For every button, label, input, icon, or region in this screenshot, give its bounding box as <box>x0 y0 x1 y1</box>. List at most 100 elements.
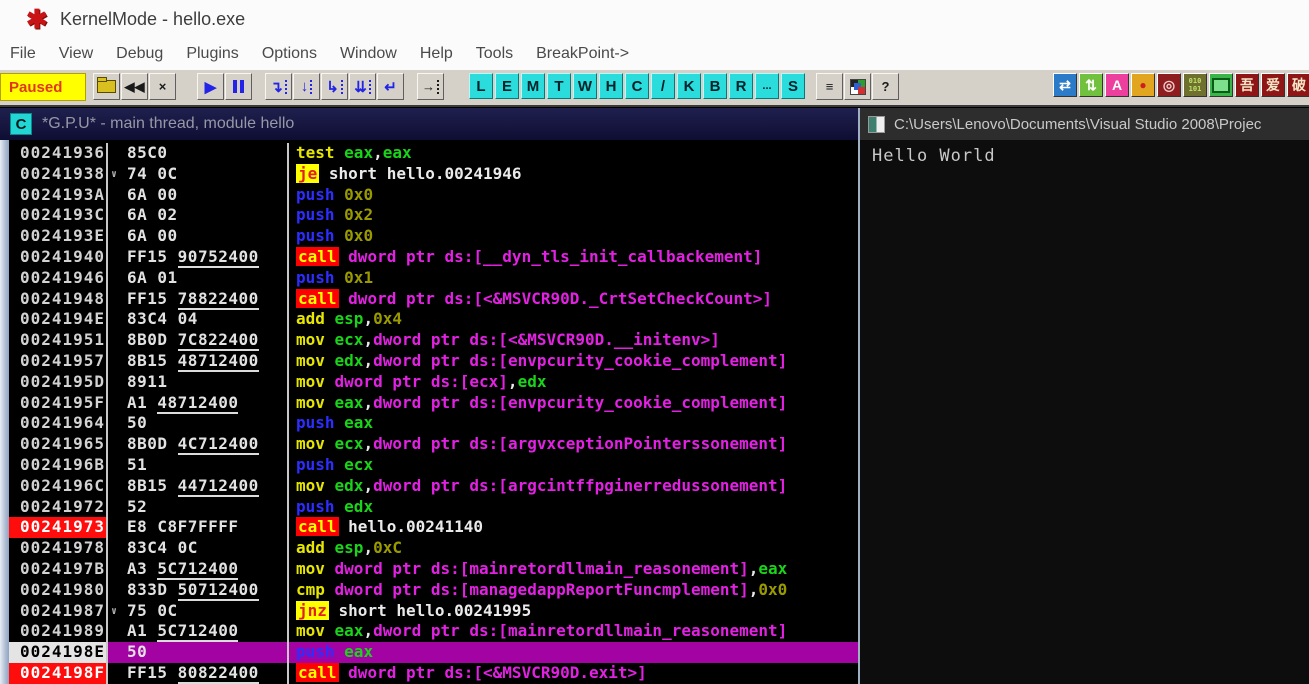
disasm-row[interactable]: 0024197252push edx <box>9 497 858 518</box>
address-cell[interactable]: 0024195F <box>9 393 108 414</box>
screen-plugin-button[interactable] <box>1209 73 1233 97</box>
log-list-button[interactable]: ≡ <box>816 73 843 100</box>
menu-item-window[interactable]: Window <box>340 45 397 63</box>
menu-item-view[interactable]: View <box>59 45 93 63</box>
disasm-row[interactable]: 00241973E8 C8F7FFFFcall hello.00241140 <box>9 517 858 538</box>
disasm-row[interactable]: 0024193685C0test eax,eax <box>9 143 858 164</box>
disasm-row[interactable]: 0024196B51push ecx <box>9 455 858 476</box>
address-cell[interactable]: 00241972 <box>9 497 108 518</box>
record-plugin-button[interactable]: ● <box>1131 73 1155 97</box>
menu-item-help[interactable]: Help <box>420 45 453 63</box>
menu-item-plugins[interactable]: Plugins <box>186 45 238 63</box>
hanzi-wu-plugin-button[interactable]: 吾 <box>1235 73 1259 97</box>
address-cell[interactable]: 0024193C <box>9 205 108 226</box>
address-cell[interactable]: 00241948 <box>9 289 108 310</box>
menu-item-breakpoint[interactable]: BreakPoint-> <box>536 45 629 63</box>
address-cell[interactable]: 00241964 <box>9 413 108 434</box>
view-button-slash[interactable]: / <box>651 73 675 99</box>
run-button[interactable]: ▶ <box>197 73 224 100</box>
disasm-row[interactable]: 002419658B0D 4C712400mov ecx,dword ptr d… <box>9 434 858 455</box>
disasm-row[interactable]: 0024197BA3 5C712400mov dword ptr ds:[mai… <box>9 559 858 580</box>
address-cell[interactable]: 00241957 <box>9 351 108 372</box>
disasm-row[interactable]: 0024193A6A 00push 0x0 <box>9 185 858 206</box>
animate-into-button[interactable]: ↳ <box>321 73 348 100</box>
disasm-row[interactable]: 0024196450push eax <box>9 413 858 434</box>
address-cell[interactable]: 00241946 <box>9 268 108 289</box>
disasm-row[interactable]: 0024197883C4 0Cadd esp,0xC <box>9 538 858 559</box>
view-button-m[interactable]: M <box>521 73 545 99</box>
disasm-row[interactable]: 002419518B0D 7C822400mov ecx,dword ptr d… <box>9 330 858 351</box>
address-cell[interactable]: 0024198E <box>9 642 108 663</box>
updown-plugin-button[interactable]: ⇅ <box>1079 73 1103 97</box>
menu-item-options[interactable]: Options <box>262 45 317 63</box>
view-button-r[interactable]: R <box>729 73 753 99</box>
address-cell[interactable]: 00241936 <box>9 143 108 164</box>
disasm-row[interactable]: 002419578B15 48712400mov edx,dword ptr d… <box>9 351 858 372</box>
address-cell[interactable]: 0024193E <box>9 226 108 247</box>
disasm-row[interactable]: 00241938∨74 0Cje short hello.00241946 <box>9 164 858 185</box>
cpu-window-title-bar[interactable]: C *G.P.U* - main thread, module hello <box>0 108 858 140</box>
address-cell[interactable]: 0024194E <box>9 309 108 330</box>
address-cell[interactable]: 0024195D <box>9 372 108 393</box>
disasm-row[interactable]: 00241980833D 50712400cmp dword ptr ds:[m… <box>9 580 858 601</box>
address-cell[interactable]: 00241978 <box>9 538 108 559</box>
address-cell[interactable]: 00241980 <box>9 580 108 601</box>
step-into-button[interactable]: ↴ <box>265 73 292 100</box>
view-button-l[interactable]: L <box>469 73 493 99</box>
address-cell[interactable]: 00241938 <box>9 164 108 185</box>
view-button-c[interactable]: C <box>625 73 649 99</box>
run-to-cursor-button[interactable]: → <box>417 73 444 100</box>
help-button[interactable]: ? <box>872 73 899 100</box>
menu-item-tools[interactable]: Tools <box>476 45 513 63</box>
disasm-row[interactable]: 0024193C6A 02push 0x2 <box>9 205 858 226</box>
view-button-more[interactable]: ... <box>755 73 779 99</box>
address-cell[interactable]: 00241987 <box>9 601 108 622</box>
restart-button[interactable]: ◀◀ <box>121 73 148 100</box>
disasm-row[interactable]: 0024198E50push eax <box>9 642 858 663</box>
address-cell[interactable]: 00241951 <box>9 330 108 351</box>
letter-a-plugin-button[interactable]: A <box>1105 73 1129 97</box>
execute-till-return-button[interactable]: ↵ <box>377 73 404 100</box>
view-button-w[interactable]: W <box>573 73 597 99</box>
appearance-button[interactable] <box>844 73 871 100</box>
hanzi-po-plugin-button[interactable]: 破 <box>1287 73 1309 97</box>
view-button-k[interactable]: K <box>677 73 701 99</box>
address-cell[interactable]: 0024193A <box>9 185 108 206</box>
view-button-s[interactable]: S <box>781 73 805 99</box>
hanzi-ai-plugin-button[interactable]: 爱 <box>1261 73 1285 97</box>
disassembly-panel[interactable]: 0024193685C0test eax,eax00241938∨74 0Cje… <box>0 140 858 684</box>
view-button-e[interactable]: E <box>495 73 519 99</box>
sync-plugin-button[interactable]: ⇄ <box>1053 73 1077 97</box>
console-output-area[interactable]: Hello World <box>860 140 1309 684</box>
console-title-bar[interactable]: C:\Users\Lenovo\Documents\Visual Studio … <box>860 108 1309 140</box>
target-plugin-button[interactable]: ◎ <box>1157 73 1181 97</box>
view-button-h[interactable]: H <box>599 73 623 99</box>
address-cell[interactable]: 00241989 <box>9 621 108 642</box>
disasm-row[interactable]: 00241940FF15 90752400call dword ptr ds:[… <box>9 247 858 268</box>
disasm-row[interactable]: 0024194E83C4 04add esp,0x4 <box>9 309 858 330</box>
address-cell[interactable]: 0024196B <box>9 455 108 476</box>
close-button[interactable]: × <box>149 73 176 100</box>
disasm-row[interactable]: 00241987∨75 0Cjnz short hello.00241995 <box>9 601 858 622</box>
address-cell[interactable]: 0024196C <box>9 476 108 497</box>
address-cell[interactable]: 00241965 <box>9 434 108 455</box>
animate-over-button[interactable]: ⇊ <box>349 73 376 100</box>
binary-plugin-button[interactable]: 010101 <box>1183 73 1207 97</box>
address-cell[interactable]: 00241940 <box>9 247 108 268</box>
disasm-row[interactable]: 002419466A 01push 0x1 <box>9 268 858 289</box>
disasm-row[interactable]: 00241989A1 5C712400mov eax,dword ptr ds:… <box>9 621 858 642</box>
address-cell[interactable]: 00241973 <box>9 517 108 538</box>
disasm-row[interactable]: 0024195D8911mov dword ptr ds:[ecx],edx <box>9 372 858 393</box>
menu-item-debug[interactable]: Debug <box>116 45 163 63</box>
disasm-row[interactable]: 0024195FA1 48712400mov eax,dword ptr ds:… <box>9 393 858 414</box>
view-button-b[interactable]: B <box>703 73 727 99</box>
pause-button[interactable] <box>225 73 252 100</box>
disasm-row[interactable]: 0024198FFF15 80822400call dword ptr ds:[… <box>9 663 858 684</box>
disasm-row[interactable]: 00241948FF15 78822400call dword ptr ds:[… <box>9 289 858 310</box>
open-file-button[interactable] <box>93 73 120 100</box>
view-button-t[interactable]: T <box>547 73 571 99</box>
disasm-row[interactable]: 0024196C8B15 44712400mov edx,dword ptr d… <box>9 476 858 497</box>
disasm-row[interactable]: 0024193E6A 00push 0x0 <box>9 226 858 247</box>
menu-item-file[interactable]: File <box>10 45 36 63</box>
address-cell[interactable]: 0024197B <box>9 559 108 580</box>
